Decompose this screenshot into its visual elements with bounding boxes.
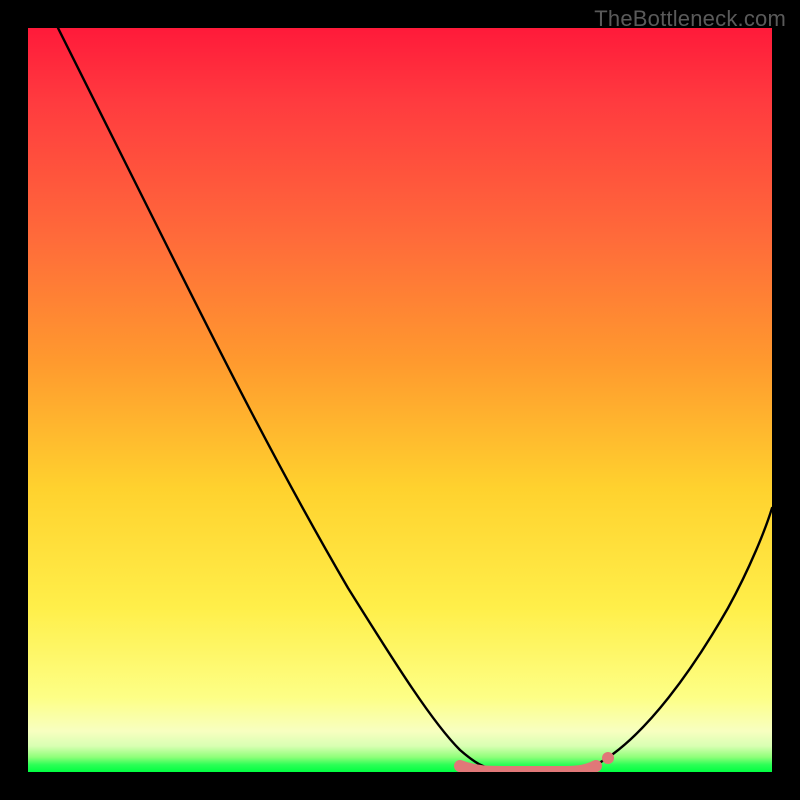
bottleneck-curve (58, 28, 772, 770)
plot-area (28, 28, 772, 772)
highlight-end-dot (602, 752, 614, 764)
watermark-text: TheBottleneck.com (594, 6, 786, 32)
highlight-segment (460, 766, 596, 772)
chart-frame: TheBottleneck.com (0, 0, 800, 800)
curve-layer (28, 28, 772, 772)
